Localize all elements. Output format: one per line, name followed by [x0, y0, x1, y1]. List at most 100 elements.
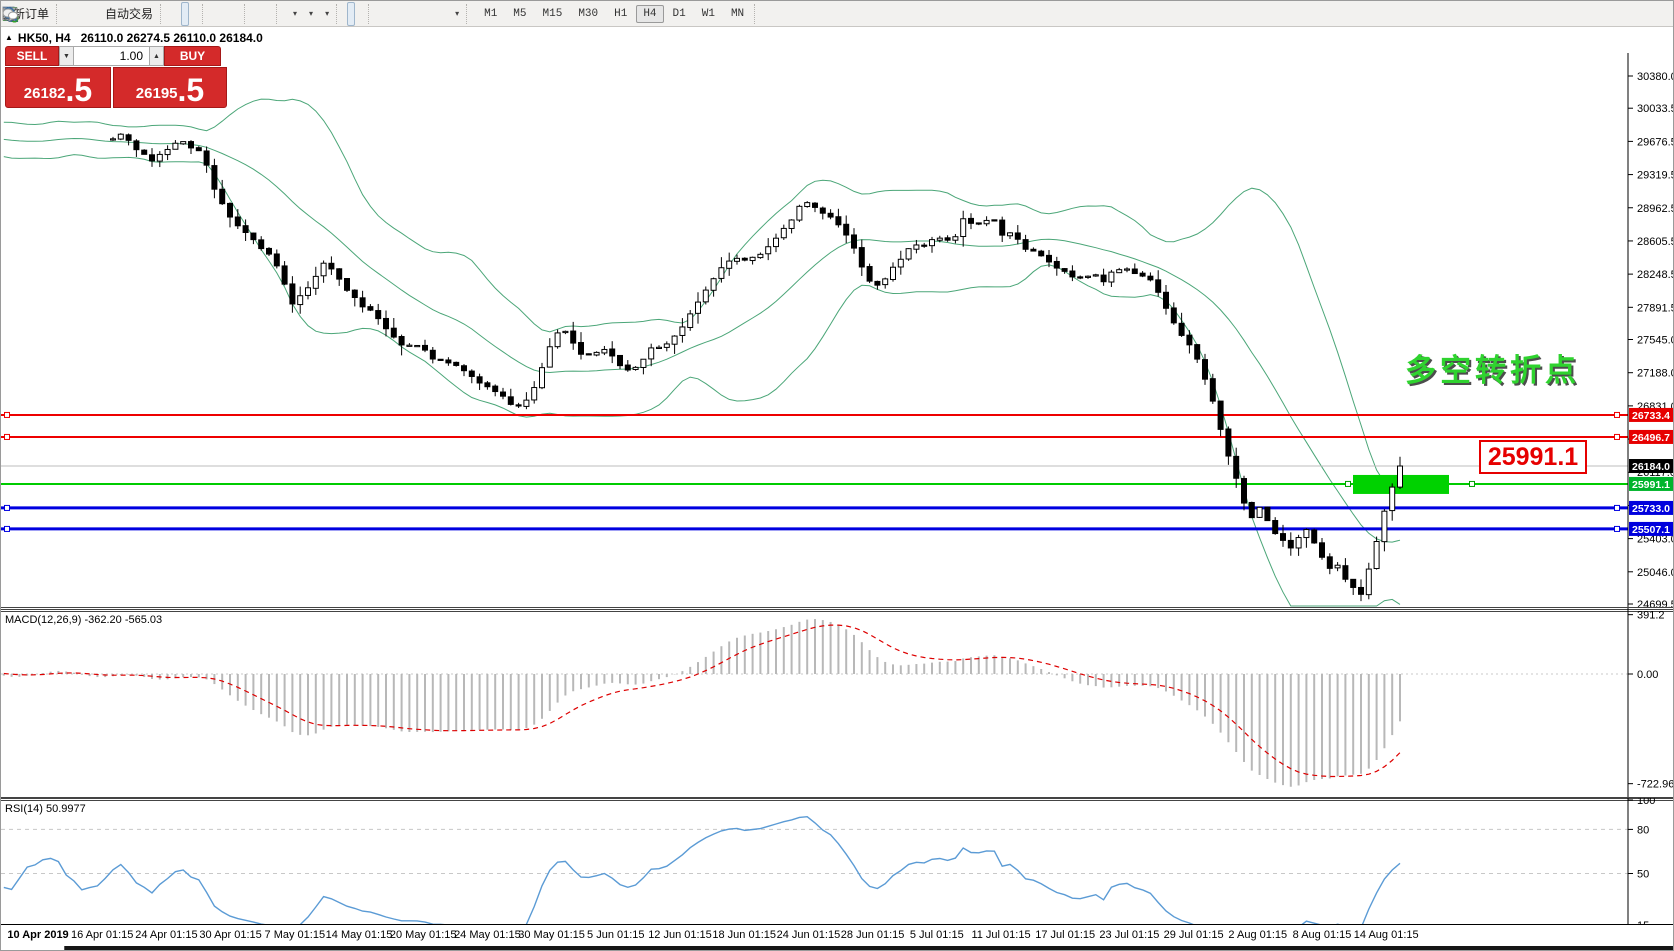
equidistant-channel-button[interactable]: E: [409, 2, 417, 26]
tile-windows-button[interactable]: [233, 2, 241, 26]
cursor-button[interactable]: [347, 2, 355, 26]
svg-text:0.00: 0.00: [1637, 669, 1658, 681]
svg-text:MACD(12,26,9) -362.20 -565.03: MACD(12,26,9) -362.20 -565.03: [5, 614, 162, 626]
time-axis[interactable]: 10 Apr 201916 Apr 01:1524 Apr 01:1530 Ap…: [1, 924, 1674, 947]
symbol-timeframe: HK50, H4: [18, 31, 71, 45]
volume-up-button[interactable]: ▲: [149, 46, 164, 66]
turning-point-annotation[interactable]: 多空转折点: [1405, 345, 1580, 390]
time-axis-label: 5 Jul 01:15: [910, 929, 964, 941]
svg-text:RSI(14) 50.9977: RSI(14) 50.9977: [5, 803, 86, 815]
caret-down-icon: ▾: [325, 9, 329, 18]
timeframe-m15-button[interactable]: M15: [536, 5, 570, 23]
horizontal-line-button[interactable]: [389, 2, 397, 26]
chat-button[interactable]: [1663, 2, 1671, 26]
buy-price-main: 26195: [136, 86, 178, 101]
time-axis-label: 24 Apr 01:15: [135, 929, 197, 941]
candlestick-chart-button[interactable]: [181, 2, 189, 26]
collapse-arrow-icon[interactable]: ▲: [5, 33, 13, 42]
text-button[interactable]: A: [429, 2, 437, 26]
toolbar-separator: [368, 4, 376, 24]
timeframe-m5-button[interactable]: M5: [506, 5, 533, 23]
svg-text:27545.0: 27545.0: [1637, 335, 1674, 347]
timeframe-w1-button[interactable]: W1: [695, 5, 722, 23]
sell-price-frac: .5: [66, 77, 93, 104]
time-axis-label: 30 Apr 01:15: [199, 929, 261, 941]
crosshair-button[interactable]: [357, 2, 365, 26]
svg-text:26496.7: 26496.7: [1632, 432, 1670, 444]
time-axis-label: 14 Aug 01:15: [1354, 929, 1419, 941]
toolbar: 新订单自动交易▾▾▾EFAT▾M1M5M15M30H1H4D1W1MN: [1, 1, 1674, 27]
chart-shift-button[interactable]: [265, 2, 273, 26]
auto-trading-button[interactable]: 自动交易: [97, 2, 157, 26]
time-axis-label: 18 Jun 01:15: [712, 929, 776, 941]
timeframe-m1-button[interactable]: M1: [477, 5, 504, 23]
volume-input[interactable]: [74, 46, 149, 66]
market-history-button[interactable]: [67, 2, 75, 26]
candles: [111, 133, 1403, 601]
time-axis-label: 12 Jun 01:15: [648, 929, 712, 941]
time-axis-label: 23 Jul 01:15: [1099, 929, 1159, 941]
time-axis-label: 8 Aug 01:15: [1293, 929, 1352, 941]
svg-text:25991.1: 25991.1: [1632, 479, 1670, 491]
timeframe-h1-button[interactable]: H1: [607, 5, 634, 23]
periods-button[interactable]: ▾: [303, 2, 317, 26]
vertical-line-button[interactable]: [379, 2, 387, 26]
arrows-button[interactable]: ▾: [449, 2, 463, 26]
svg-text:-722.96: -722.96: [1637, 779, 1674, 791]
toolbar-separator: [754, 4, 762, 24]
svg-text:27188.0: 27188.0: [1637, 368, 1674, 380]
time-axis-label: 30 May 01:15: [518, 929, 585, 941]
templates-button[interactable]: ▾: [319, 2, 333, 26]
svg-text:29676.5: 29676.5: [1637, 136, 1674, 148]
zoom-out-button[interactable]: [223, 2, 231, 26]
time-axis-label: 5 Jun 01:15: [587, 929, 645, 941]
price-callout-label[interactable]: 25991.1: [1479, 440, 1587, 474]
svg-text:25046.0: 25046.0: [1637, 567, 1674, 579]
svg-text:26733.4: 26733.4: [1632, 410, 1670, 422]
time-axis-label: 11 Jul 01:15: [971, 929, 1030, 941]
text-label-button[interactable]: T: [439, 2, 447, 26]
scrollbar-thumb[interactable]: [1, 946, 65, 951]
toolbar-separator: [466, 4, 474, 24]
volume-down-button[interactable]: ▼: [59, 46, 74, 66]
main-chart[interactable]: 30380.030033.529676.529319.528962.528605…: [1, 53, 1674, 609]
sell-price-panel[interactable]: 26182.5: [5, 67, 111, 108]
chart-area[interactable]: 30380.030033.529676.529319.528962.528605…: [1, 27, 1674, 951]
zoom-in-button[interactable]: [213, 2, 221, 26]
timeframe-d1-button[interactable]: D1: [666, 5, 693, 23]
timeframe-h4-button[interactable]: H4: [636, 5, 663, 23]
mt4-window: 新订单自动交易▾▾▾EFAT▾M1M5M15M30H1H4D1W1MN 3038…: [0, 0, 1674, 951]
caret-down-icon: ▾: [309, 9, 313, 18]
indicators-button[interactable]: ▾: [287, 2, 301, 26]
buy-price-panel[interactable]: 26195.5: [113, 67, 227, 108]
toolbar-separator: [202, 4, 210, 24]
timeframe-m30-button[interactable]: M30: [571, 5, 605, 23]
buy-button[interactable]: BUY: [164, 46, 221, 66]
svg-text:25507.1: 25507.1: [1632, 524, 1670, 536]
time-axis-label: 14 May 01:15: [326, 929, 393, 941]
toolbar-separator: [56, 4, 64, 24]
bar-chart-button[interactable]: [171, 2, 179, 26]
svg-text:28605.5: 28605.5: [1637, 236, 1674, 248]
sell-button[interactable]: SELL: [5, 46, 59, 66]
auto-scroll-button[interactable]: [255, 2, 263, 26]
svg-text:391.2: 391.2: [1637, 610, 1665, 622]
toolbar-separator: [276, 4, 284, 24]
time-axis-label: 16 Apr 01:15: [71, 929, 133, 941]
ohlc-values: 26110.0 26274.5 26110.0 26184.0: [81, 31, 263, 45]
trendline-button[interactable]: [399, 2, 407, 26]
line-chart-button[interactable]: [191, 2, 199, 26]
search-button[interactable]: [1653, 2, 1661, 26]
time-axis-label: 2 Aug 01:15: [1228, 929, 1287, 941]
fibonacci-button[interactable]: F: [419, 2, 427, 26]
time-axis-label: 20 May 01:15: [390, 929, 457, 941]
data-window-button[interactable]: [77, 2, 85, 26]
alerts-button[interactable]: [87, 2, 95, 26]
svg-text:80: 80: [1637, 824, 1649, 836]
caret-down-icon: ▾: [293, 9, 297, 18]
timeframe-mn-button[interactable]: MN: [724, 5, 751, 23]
buy-price-frac: .5: [178, 77, 205, 104]
svg-text:27891.5: 27891.5: [1637, 302, 1674, 314]
macd-panel[interactable]: 391.2 0.00 -722.96 MACD(12,26,9) -362.20 -5…: [1, 609, 1674, 798]
bottom-scrollbar[interactable]: [1, 946, 1674, 951]
